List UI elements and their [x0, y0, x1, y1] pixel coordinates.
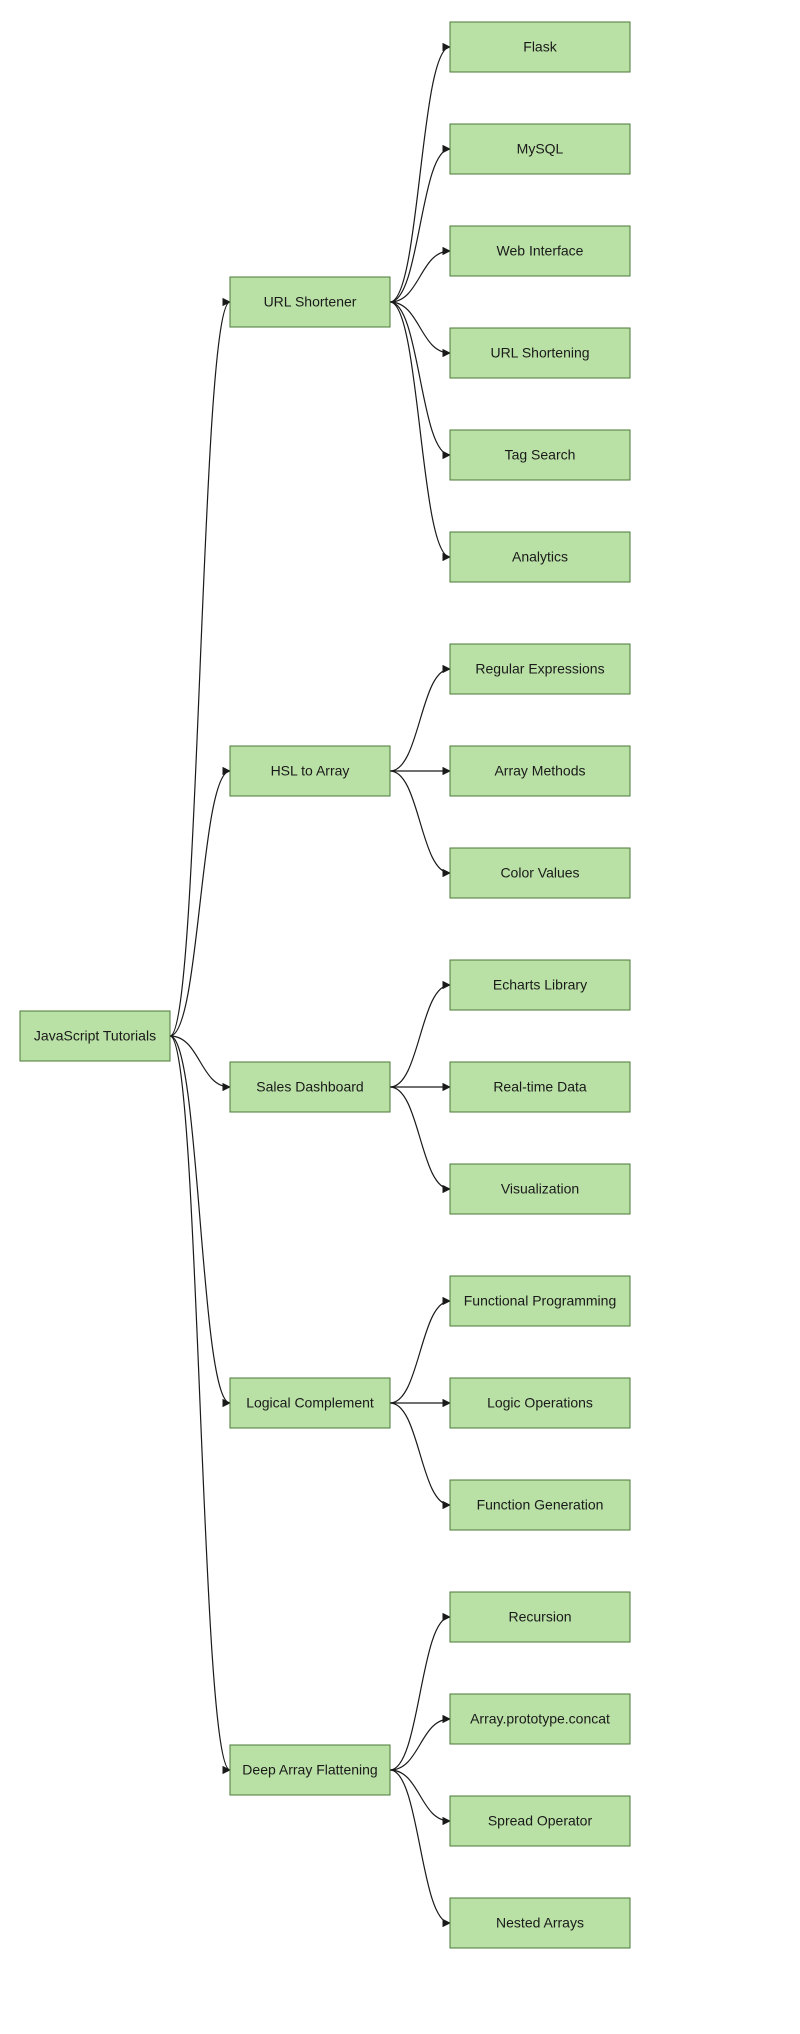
- leaf-0-1: MySQL: [450, 124, 630, 174]
- edge-root-mid4: [170, 1036, 230, 1770]
- leaf-1-0-label: Regular Expressions: [475, 661, 604, 677]
- leaf-3-2-label: Function Generation: [477, 1497, 604, 1513]
- edge-root-mid3: [170, 1036, 230, 1403]
- leaf-0-0: Flask: [450, 22, 630, 72]
- leaf-4-1-label: Array.prototype.concat: [470, 1711, 610, 1727]
- edge-mid4-leaf2: [390, 1770, 450, 1821]
- leaf-0-5: Analytics: [450, 532, 630, 582]
- leaf-1-2: Color Values: [450, 848, 630, 898]
- edge-mid4-leaf3: [390, 1770, 450, 1923]
- leaf-0-2-label: Web Interface: [497, 243, 584, 259]
- leaf-4-2: Spread Operator: [450, 1796, 630, 1846]
- edge-mid4-leaf0: [390, 1617, 450, 1770]
- leaf-0-4-label: Tag Search: [505, 447, 576, 463]
- leaf-4-1: Array.prototype.concat: [450, 1694, 630, 1744]
- edge-mid1-leaf2: [390, 771, 450, 873]
- edge-mid3-leaf0: [390, 1301, 450, 1403]
- leaf-0-4: Tag Search: [450, 430, 630, 480]
- leaf-4-2-label: Spread Operator: [488, 1813, 593, 1829]
- leaf-2-1-label: Real-time Data: [493, 1079, 587, 1095]
- mid-3-label: Logical Complement: [246, 1395, 374, 1411]
- edge-mid0-leaf3: [390, 302, 450, 353]
- leaf-0-3-label: URL Shortening: [490, 345, 589, 361]
- mid-2-label: Sales Dashboard: [256, 1079, 363, 1095]
- leaf-0-5-label: Analytics: [512, 549, 568, 565]
- edge-mid1-leaf0: [390, 669, 450, 771]
- edge-root-mid1: [170, 771, 230, 1036]
- mid-2: Sales Dashboard: [230, 1062, 390, 1112]
- leaf-4-3: Nested Arrays: [450, 1898, 630, 1948]
- leaf-1-2-label: Color Values: [500, 865, 579, 881]
- leaf-0-2: Web Interface: [450, 226, 630, 276]
- leaf-2-0-label: Echarts Library: [493, 977, 587, 993]
- edge-mid0-leaf2: [390, 251, 450, 302]
- leaf-0-0-label: Flask: [523, 39, 557, 55]
- leaf-3-1-label: Logic Operations: [487, 1395, 593, 1411]
- mid-3: Logical Complement: [230, 1378, 390, 1428]
- leaf-3-1: Logic Operations: [450, 1378, 630, 1428]
- mid-0-label: URL Shortener: [264, 294, 357, 310]
- leaf-3-0: Functional Programming: [450, 1276, 630, 1326]
- mid-1-label: HSL to Array: [271, 763, 350, 779]
- edge-mid2-leaf0: [390, 985, 450, 1087]
- leaf-2-2: Visualization: [450, 1164, 630, 1214]
- edge-mid0-leaf0: [390, 47, 450, 302]
- mid-4: Deep Array Flattening: [230, 1745, 390, 1795]
- leaf-4-0: Recursion: [450, 1592, 630, 1642]
- mid-0: URL Shortener: [230, 277, 390, 327]
- leaf-3-2: Function Generation: [450, 1480, 630, 1530]
- leaf-0-3: URL Shortening: [450, 328, 630, 378]
- mid-4-label: Deep Array Flattening: [242, 1762, 377, 1778]
- leaf-1-0: Regular Expressions: [450, 644, 630, 694]
- leaf-4-3-label: Nested Arrays: [496, 1915, 584, 1931]
- edge-mid4-leaf1: [390, 1719, 450, 1770]
- leaf-4-0-label: Recursion: [508, 1609, 571, 1625]
- leaf-3-0-label: Functional Programming: [464, 1293, 617, 1309]
- root-label: JavaScript Tutorials: [34, 1028, 156, 1044]
- leaf-2-2-label: Visualization: [501, 1181, 579, 1197]
- leaf-1-1: Array Methods: [450, 746, 630, 796]
- edge-mid0-leaf5: [390, 302, 450, 557]
- root: JavaScript Tutorials: [20, 1011, 170, 1061]
- edge-root-mid0: [170, 302, 230, 1036]
- edge-mid3-leaf2: [390, 1403, 450, 1505]
- leaf-0-1-label: MySQL: [517, 141, 564, 157]
- leaf-1-1-label: Array Methods: [494, 763, 585, 779]
- leaf-2-0: Echarts Library: [450, 960, 630, 1010]
- mid-1: HSL to Array: [230, 746, 390, 796]
- edge-mid2-leaf2: [390, 1087, 450, 1189]
- leaf-2-1: Real-time Data: [450, 1062, 630, 1112]
- tree-diagram: Flask MySQL Web Interface URL Shortening Tag…: [0, 0, 800, 2034]
